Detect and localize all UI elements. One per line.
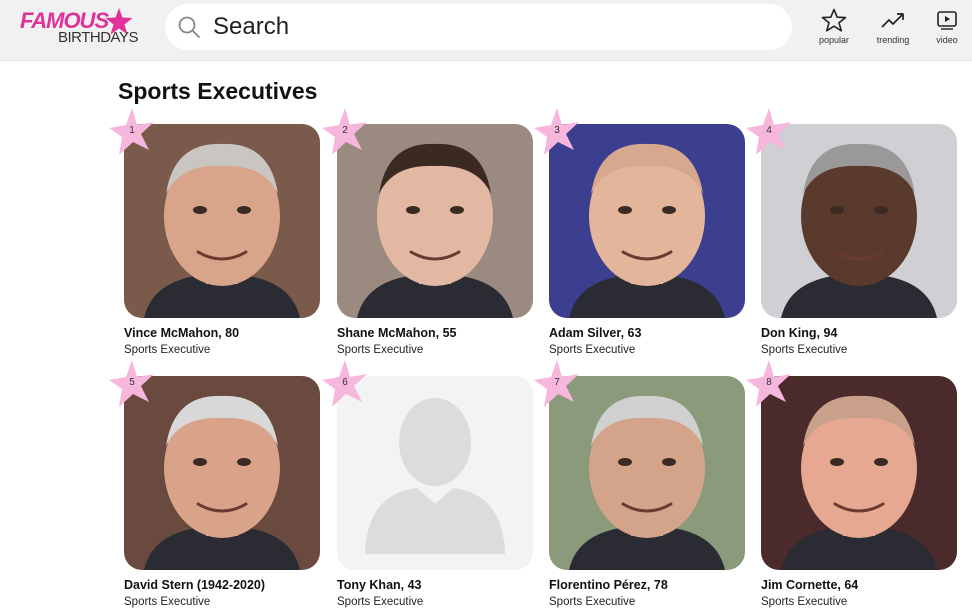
trending-up-icon (881, 13, 904, 28)
nav-video-label: video (936, 35, 958, 45)
play-video-icon (937, 11, 957, 30)
person-name[interactable]: David Stern (1942-2020) (124, 578, 265, 592)
rank-number: 7 (554, 377, 560, 388)
person-role: Sports Executive (124, 344, 211, 356)
person-role: Sports Executive (761, 596, 848, 608)
page-title: Sports Executives (118, 78, 318, 104)
person-role: Sports Executive (124, 596, 211, 608)
nav-trending-label: trending (876, 35, 910, 45)
person-role: Sports Executive (337, 596, 424, 608)
search-input[interactable] (213, 10, 773, 44)
rank-number: 3 (554, 125, 560, 136)
rank-number: 2 (342, 125, 348, 136)
nav-trending-button[interactable]: trending (870, 8, 916, 50)
star-outline-icon (821, 8, 847, 32)
rank-number: 6 (342, 377, 348, 388)
nav-video-button[interactable]: video (928, 8, 966, 50)
person-name[interactable]: Don King, 94 (761, 326, 837, 340)
nav-popular-label: popular (818, 35, 850, 45)
search-bar[interactable] (165, 4, 792, 50)
site-header: FAMOUS BIRTHDAYS popular trending video (0, 0, 972, 61)
person-name[interactable]: Jim Cornette, 64 (761, 578, 858, 592)
logo-text-birthdays: BIRTHDAYS (58, 29, 138, 46)
person-role: Sports Executive (549, 344, 636, 356)
rank-number: 4 (766, 125, 772, 136)
famous-birthdays-logo[interactable]: FAMOUS BIRTHDAYS (20, 8, 138, 47)
person-role: Sports Executive (549, 596, 636, 608)
nav-popular-button[interactable]: popular (812, 8, 856, 50)
rank-number: 1 (129, 125, 135, 136)
person-name[interactable]: Shane McMahon, 55 (337, 326, 456, 340)
person-name[interactable]: Vince McMahon, 80 (124, 326, 239, 340)
person-name[interactable]: Florentino Pérez, 78 (549, 578, 668, 592)
person-role: Sports Executive (337, 344, 424, 356)
rank-number: 5 (129, 377, 135, 388)
search-icon (178, 16, 200, 38)
person-name[interactable]: Tony Khan, 43 (337, 578, 422, 592)
person-role: Sports Executive (761, 344, 848, 356)
rank-number: 8 (766, 377, 772, 388)
person-name[interactable]: Adam Silver, 63 (549, 326, 641, 340)
